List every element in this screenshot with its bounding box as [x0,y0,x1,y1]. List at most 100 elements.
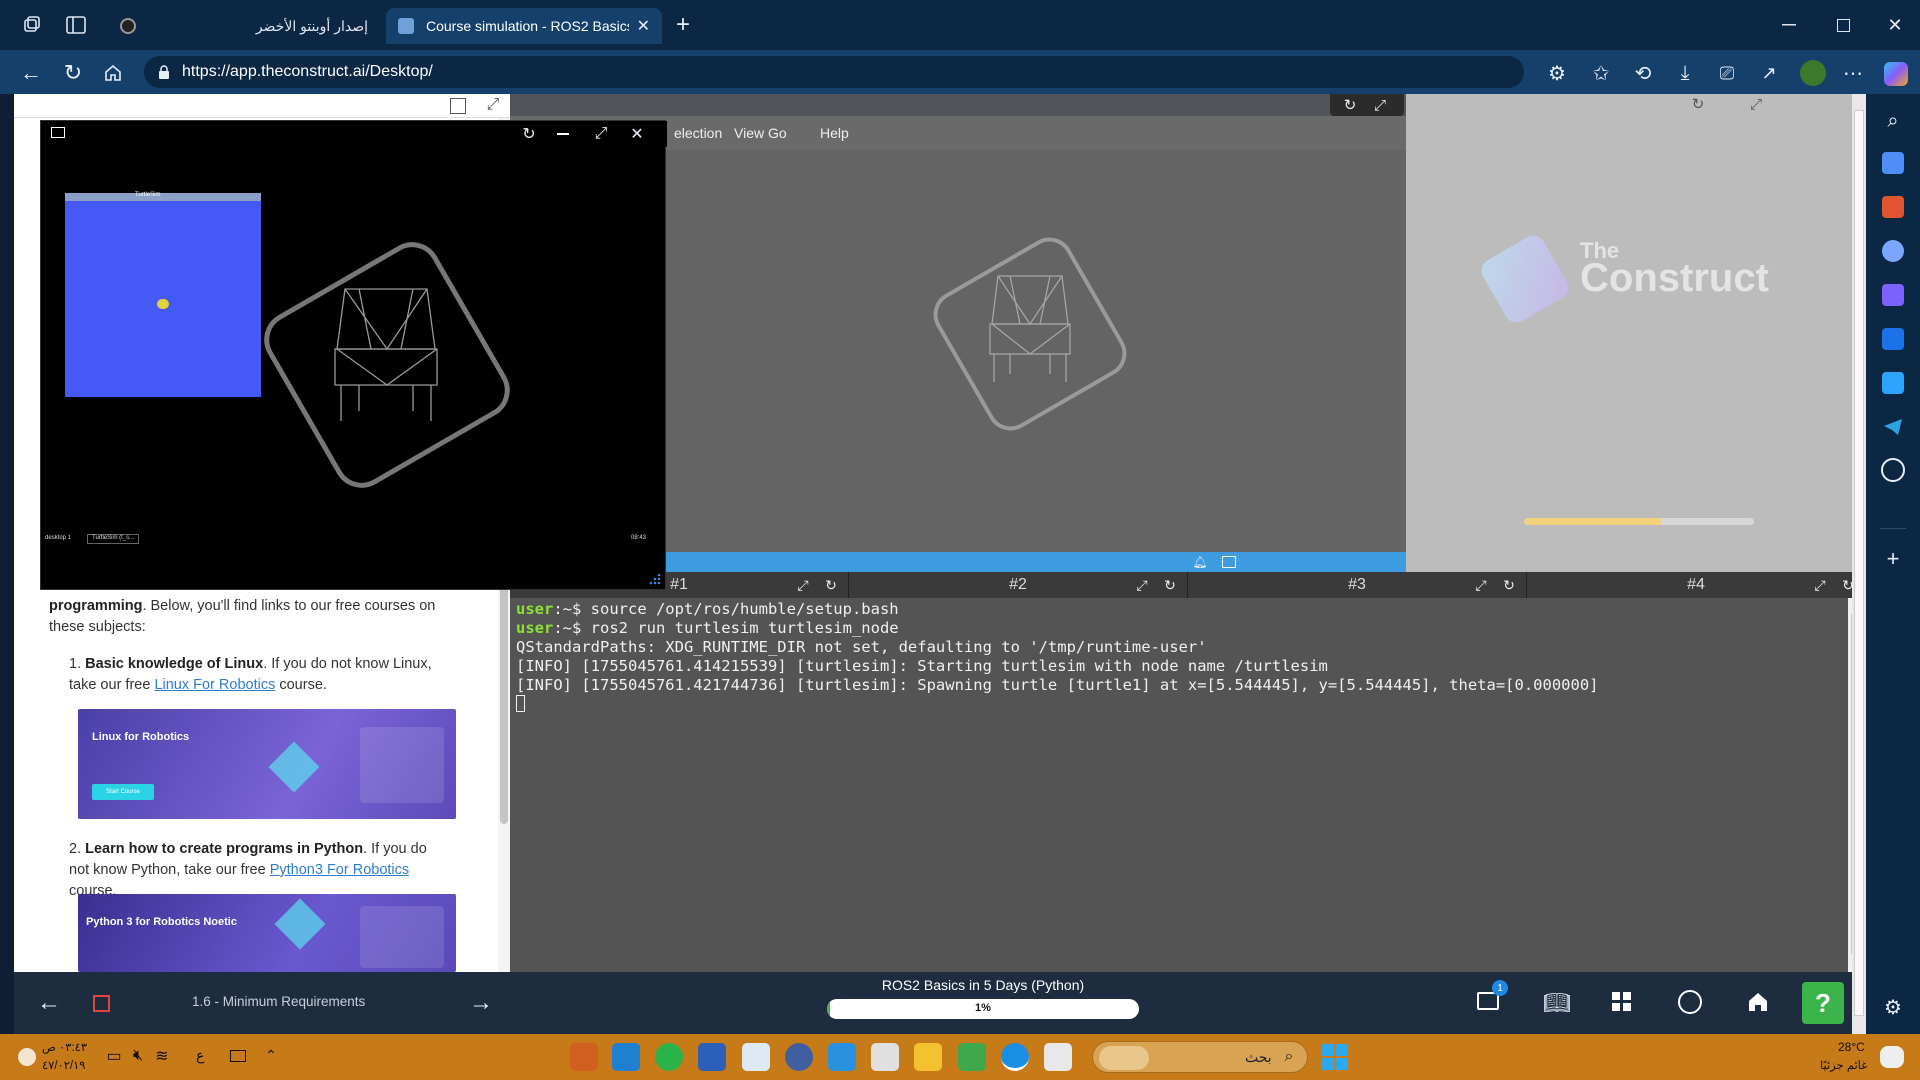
app-icon[interactable] [570,1043,598,1071]
designer-icon[interactable] [1882,372,1904,394]
weather-cloud-icon[interactable] [1880,1046,1904,1068]
chevron-up-icon[interactable]: ⌃ [262,1046,280,1064]
expand-icon[interactable]: ⤢ [1370,95,1390,115]
weather-temperature[interactable]: 28°C [1838,1040,1865,1054]
reload-icon[interactable]: ↻ [519,124,539,144]
linux-course-banner[interactable]: Linux for Robotics Start Course [78,709,456,819]
tools-icon[interactable] [1882,196,1904,218]
stop-simulation-icon[interactable] [93,995,110,1012]
terminal[interactable]: user:~$ source /opt/ros/humble/setup.bas… [510,598,1866,972]
panel-task-button[interactable]: TurtleSim (t_s... [87,534,140,544]
menu-help[interactable]: Help [820,125,849,141]
url-field[interactable]: https://app.theconstruct.ai/Desktop/ [144,56,1524,88]
document-app-icon[interactable] [742,1043,770,1071]
workspaces-icon[interactable] [20,13,44,37]
keyboard-icon[interactable] [230,1050,246,1062]
minimize-icon[interactable] [557,133,569,135]
linux-course-link[interactable]: Linux For Robotics [154,677,275,693]
whatsapp-icon[interactable] [655,1043,683,1071]
vscode-icon[interactable] [612,1043,640,1071]
vertical-tabs-icon[interactable] [64,13,88,37]
file-explorer-icon[interactable] [914,1043,942,1071]
media-app-icon[interactable] [958,1043,986,1071]
python-course-link[interactable]: Python3 For Robotics [270,862,409,878]
tab-course-simulation[interactable]: Course simulation - ROS2 Basics i ✕ [386,8,662,44]
home-icon[interactable] [1746,990,1770,1014]
expand-icon[interactable]: ⤢ [1472,576,1490,594]
taskbar-search-box[interactable]: بحث ⌕ [1092,1041,1308,1073]
tab-ubuntu[interactable]: إصدار أوبنتو الأخضر [108,8,380,44]
menu-selection[interactable]: election [674,125,722,141]
store-app-icon[interactable] [828,1043,856,1071]
back-icon[interactable]: ← [18,60,44,86]
taskbar-date[interactable]: ٤٧/٠٢/١٩ [42,1058,85,1072]
windows-start-icon[interactable] [1322,1044,1348,1070]
add-sidebar-item-icon[interactable]: + [1880,546,1906,572]
notebook-book-icon[interactable]: 📖︎ [1543,990,1571,1016]
menu-view[interactable]: View [734,125,764,141]
expand-icon[interactable]: ⤢ [591,124,611,144]
apps-grid-icon[interactable] [1612,992,1632,1012]
language-indicator[interactable]: ع [196,1047,204,1064]
graphical-tools-window[interactable]: ↻ ⤢ ✕ TurtleSim desktop 1 TurtleSim (t_s… [40,120,667,590]
downloads-icon[interactable]: ⤓ [1672,60,1698,86]
games-icon[interactable] [1882,240,1904,262]
ai-assistant-icon[interactable] [1678,990,1702,1014]
battery-icon[interactable]: ▭ [104,1046,124,1066]
minimize-icon[interactable] [1776,12,1802,38]
microsoft365-icon[interactable] [1882,284,1904,306]
expand-icon[interactable]: ⤢ [1133,576,1151,594]
help-button[interactable]: ? [1802,982,1844,1024]
volume-muted-icon[interactable]: 🔇︎ [128,1046,148,1066]
scrollbar-thumb[interactable] [1854,110,1864,1016]
profile-avatar-icon[interactable] [1800,60,1826,86]
share-icon[interactable]: ↗ [1756,60,1782,86]
menu-go[interactable]: Go [768,125,787,141]
resize-handle-icon[interactable] [647,573,661,587]
reload-icon[interactable]: ↻ [1500,576,1518,594]
chatgpt-icon[interactable] [1881,458,1905,482]
favorites-icon[interactable]: ✩ [1588,60,1614,86]
reload-icon[interactable]: ↻ [60,60,86,86]
word-icon[interactable] [698,1043,726,1071]
turtlesim-title-bar[interactable]: TurtleSim [65,192,261,201]
layout-icon[interactable] [1222,556,1236,568]
more-menu-icon[interactable]: ⋯ [1840,60,1866,86]
site-info-icon[interactable] [156,64,172,80]
open-external-icon[interactable] [450,98,466,114]
settings-gear-icon[interactable]: ⚙ [1880,994,1906,1020]
reload-icon[interactable]: ↻ [822,576,840,594]
expand-icon[interactable]: ⤢ [1746,94,1766,114]
new-tab-icon[interactable]: + [670,11,696,38]
close-window-icon[interactable]: ✕ [1882,12,1908,38]
notification-bell-icon[interactable]: 🔔︎ [1192,554,1208,570]
close-icon[interactable]: ✕ [627,124,647,144]
copilot-icon[interactable] [1884,62,1908,86]
edge-browser-icon[interactable] [1001,1043,1029,1071]
window-app-icon[interactable] [1044,1043,1072,1071]
reload-icon[interactable]: ↻ [1688,94,1708,114]
reload-icon[interactable]: ↻ [1161,576,1179,594]
close-icon[interactable]: ✕ [637,16,650,36]
taskbar-time[interactable]: ٠٣:٤٣ ص [42,1040,87,1054]
weather-text[interactable]: غائم جزئيًا [1820,1058,1867,1072]
start-course-button[interactable]: Start Course [92,784,154,800]
home-icon[interactable] [100,60,126,86]
telegram-icon[interactable] [1882,416,1904,438]
shopping-icon[interactable] [1882,152,1904,174]
history-icon[interactable]: ⟲ [1630,60,1656,86]
screenshot-icon[interactable]: ⎚ [1714,60,1740,86]
expand-icon[interactable]: ⤢ [794,576,812,594]
extensions-icon[interactable]: ⚙ [1544,60,1570,86]
outlook-icon[interactable] [1882,328,1904,350]
search-icon[interactable]: ⌕ [1880,108,1906,134]
wifi-icon[interactable]: ≋ [152,1046,172,1066]
camera-app-icon[interactable] [785,1043,813,1071]
page-scrollbar[interactable] [1852,94,1866,1034]
reload-icon[interactable]: ↻ [1340,95,1360,115]
previous-arrow-icon[interactable]: ← [36,989,62,1016]
next-arrow-icon[interactable]: → [468,989,494,1016]
maximize-icon[interactable] [1830,12,1856,38]
python-course-banner[interactable]: Python 3 for Robotics Noetic [78,894,456,972]
clock-system-icon[interactable] [18,1048,36,1066]
